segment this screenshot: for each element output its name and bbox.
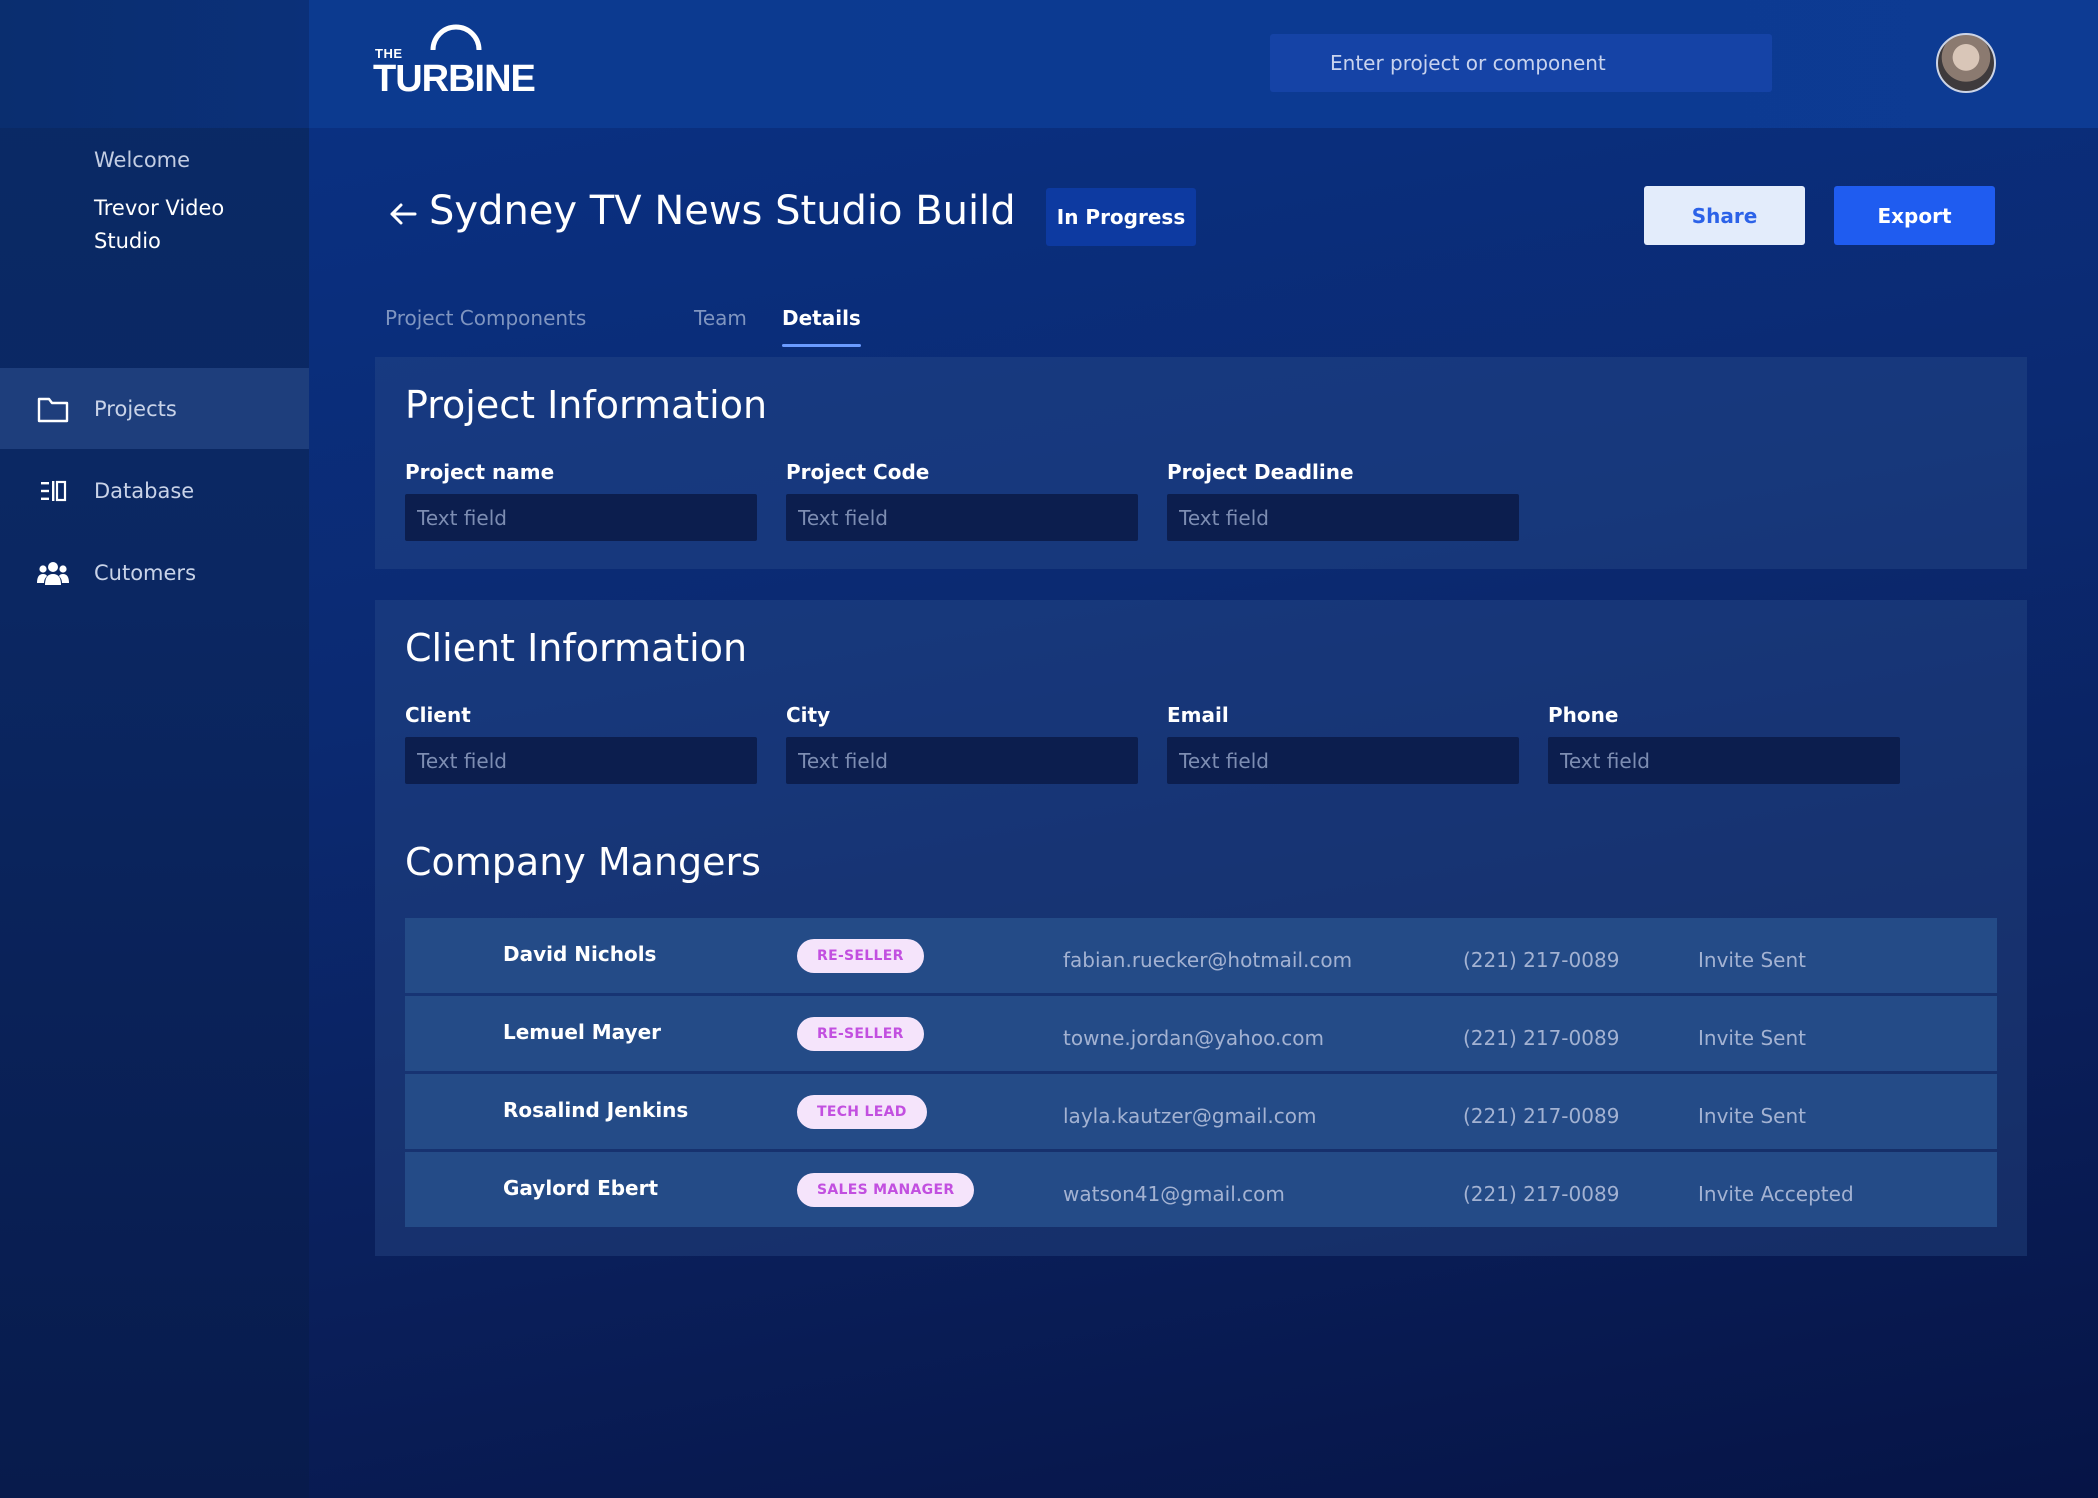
back-arrow-icon[interactable]: [387, 198, 419, 230]
invite-status: Invite Sent: [1698, 1104, 1806, 1128]
project-name-label: Project name: [405, 460, 555, 484]
search-input[interactable]: [1270, 34, 1772, 92]
manager-phone: (221) 217-0089: [1463, 1026, 1620, 1050]
client-label: Client: [405, 703, 471, 727]
manager-email: towne.jordan@yahoo.com: [1063, 1026, 1325, 1050]
table-row[interactable]: David Nichols RE-SELLER fabian.ruecker@h…: [405, 918, 1997, 993]
sidebar-item-label: Cutomers: [94, 560, 197, 585]
page-title: Sydney TV News Studio Build: [429, 188, 1016, 234]
role-badge: RE-SELLER: [797, 1017, 924, 1051]
manager-name: Lemuel Mayer: [503, 1020, 662, 1044]
manager-email: watson41@gmail.com: [1063, 1182, 1285, 1206]
invite-status: Invite Accepted: [1698, 1182, 1854, 1206]
project-deadline-label: Project Deadline: [1167, 460, 1354, 484]
database-icon: [37, 475, 69, 507]
main-content: Sydney TV News Studio Build In Progress …: [309, 128, 2098, 1498]
organization-name: Trevor Video Studio: [94, 196, 225, 253]
project-code-label: Project Code: [786, 460, 930, 484]
email-label: Email: [1167, 703, 1229, 727]
phone-field[interactable]: [1548, 737, 1900, 784]
invite-status: Invite Sent: [1698, 1026, 1806, 1050]
email-field[interactable]: [1167, 737, 1519, 784]
role-badge: RE-SELLER: [797, 939, 924, 973]
project-code-field[interactable]: [786, 494, 1138, 541]
section-title: Project Information: [405, 383, 768, 427]
invite-status: Invite Sent: [1698, 948, 1806, 972]
project-name-field[interactable]: [405, 494, 757, 541]
sidebar-header: [0, 0, 309, 128]
manager-email: fabian.ruecker@hotmail.com: [1063, 948, 1353, 972]
manager-email: layla.kautzer@gmail.com: [1063, 1104, 1317, 1128]
tab-project-components[interactable]: Project Components: [385, 306, 586, 330]
logo-text-turbine: TURBINE: [373, 58, 536, 100]
role-badge: SALES MANAGER: [797, 1173, 975, 1207]
manager-phone: (221) 217-0089: [1463, 948, 1620, 972]
city-field[interactable]: [786, 737, 1138, 784]
export-button[interactable]: Export: [1834, 186, 1995, 245]
tab-team[interactable]: Team: [694, 306, 747, 330]
phone-label: Phone: [1548, 703, 1619, 727]
manager-name: Rosalind Jenkins: [503, 1098, 689, 1122]
sidebar-item-label: Projects: [94, 396, 177, 421]
sidebar-item-customers[interactable]: Cutomers: [0, 532, 309, 613]
table-row[interactable]: Rosalind Jenkins TECH LEAD layla.kautzer…: [405, 1074, 1997, 1149]
section-title: Client Information: [405, 626, 748, 670]
share-button[interactable]: Share: [1644, 186, 1805, 245]
manager-name: David Nichols: [503, 942, 657, 966]
folder-icon: [37, 393, 69, 425]
sidebar-item-label: Database: [94, 478, 195, 503]
manager-phone: (221) 217-0089: [1463, 1182, 1620, 1206]
client-information-card: Client Information Client City Email Pho…: [375, 600, 2027, 1256]
users-icon: [37, 557, 69, 589]
sidebar-item-projects[interactable]: Projects: [0, 368, 309, 449]
user-avatar[interactable]: [1936, 33, 1996, 93]
tab-details[interactable]: Details: [782, 306, 861, 347]
manager-name: Gaylord Ebert: [503, 1176, 659, 1200]
table-row[interactable]: Lemuel Mayer RE-SELLER towne.jordan@yaho…: [405, 996, 1997, 1071]
status-badge: In Progress: [1046, 188, 1196, 246]
project-deadline-field[interactable]: [1167, 494, 1519, 541]
sidebar: Welcome Trevor Video Studio Projects Dat…: [0, 0, 309, 1498]
top-bar: THE TURBINE: [309, 0, 2098, 128]
city-label: City: [786, 703, 831, 727]
manager-phone: (221) 217-0089: [1463, 1104, 1620, 1128]
client-field[interactable]: [405, 737, 757, 784]
table-row[interactable]: Gaylord Ebert SALES MANAGER watson41@gma…: [405, 1152, 1997, 1227]
welcome-text: Welcome: [94, 148, 191, 172]
turbine-logo[interactable]: THE TURBINE: [367, 22, 536, 102]
sidebar-item-database[interactable]: Database: [0, 450, 309, 531]
project-information-card: Project Information Project name Project…: [375, 357, 2027, 569]
role-badge: TECH LEAD: [797, 1095, 927, 1129]
section-title: Company Mangers: [405, 840, 761, 884]
